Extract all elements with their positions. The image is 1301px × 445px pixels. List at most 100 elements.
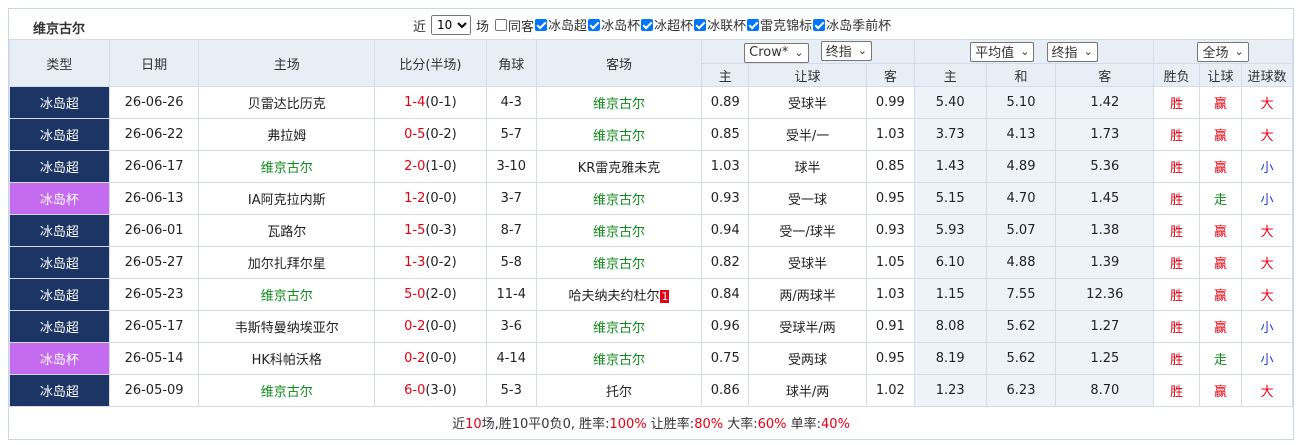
chevron-down-icon: ⌄ — [794, 46, 804, 59]
half-time-score: (3-0) — [425, 383, 457, 398]
company-select[interactable]: Crow* ⌄ — [744, 42, 809, 63]
score-cell[interactable]: 2-0(1-0) — [374, 150, 487, 183]
league-filter-label: 冰超杯 — [654, 19, 694, 35]
handicap-line: 受半/一 — [748, 118, 867, 151]
corners-cell: 8-7 — [485, 214, 537, 247]
hc-away-odds: 0.95 — [865, 182, 915, 215]
handicap-line: 受球半/两 — [748, 310, 867, 343]
score-cell[interactable]: 5-0(2-0) — [374, 278, 487, 311]
col-home: 主场 — [198, 39, 376, 87]
half-time-score: (2-0) — [425, 287, 457, 302]
score-cell[interactable]: 1-2(0-0) — [374, 182, 487, 215]
away-team-name: KR雷克雅未克 — [577, 161, 661, 176]
away-team-cell[interactable]: 维京古尔 — [535, 118, 703, 151]
away-team-cell[interactable]: 维京古尔 — [535, 86, 703, 119]
league-cell[interactable]: 冰岛超 — [9, 150, 110, 183]
half-time-score: (0-0) — [425, 351, 457, 366]
away-team-cell[interactable]: 托尔 — [535, 374, 703, 407]
summary-count: 10 — [465, 417, 482, 432]
league-cell[interactable]: 冰岛超 — [9, 374, 110, 407]
same-home-label: 同客 — [508, 19, 535, 35]
home-team-cell[interactable]: 弗拉姆 — [198, 118, 376, 151]
score-cell[interactable]: 1-4(0-1) — [374, 86, 487, 119]
league-filter-checkbox[interactable] — [813, 18, 826, 31]
league-cell[interactable]: 冰岛超 — [9, 86, 110, 119]
league-cell[interactable]: 冰岛超 — [9, 310, 110, 343]
home-team-cell[interactable]: 维京古尔 — [198, 150, 376, 183]
home-team-cell[interactable]: 瓦路尔 — [198, 214, 376, 247]
table-row[interactable]: 冰岛超 26-06-17 维京古尔 2-0(1-0) 3-10 KR雷克雅未克 1.03 球半… — [9, 150, 1294, 183]
league-filter-item[interactable]: 冰岛杯 — [588, 15, 640, 34]
full-time-score: 0-2 — [404, 319, 426, 334]
panel-header: 维京古尔 近 10 场 同客 冰岛超 冰岛杯 冰超杯 冰联杯 雷克锦标 冰岛季前杯 — [9, 9, 1293, 39]
odds-type-select[interactable]: 终指 ⌄ — [820, 40, 872, 61]
same-home-checkbox[interactable] — [495, 19, 508, 31]
home-team-cell[interactable]: IA阿克拉内斯 — [198, 182, 376, 215]
average-select[interactable]: 平均值 ⌄ — [970, 41, 1035, 62]
league-cell[interactable]: 冰岛超 — [9, 214, 110, 247]
away-team-cell[interactable]: 维京古尔 — [535, 342, 703, 375]
table-row[interactable]: 冰岛超 26-06-22 弗拉姆 0-5(0-2) 5-7 维京古尔 0.85 受半/一 1.0… — [9, 118, 1294, 151]
score-cell[interactable]: 1-3(0-2) — [374, 246, 487, 279]
table-row[interactable]: 冰岛超 26-05-09 维京古尔 6-0(3-0) 5-3 托尔 0.86 球半/两 1.02… — [9, 374, 1294, 407]
league-filter-item[interactable]: 冰联杯 — [694, 15, 746, 34]
home-team-cell[interactable]: HK科帕沃格 — [198, 342, 376, 375]
eu-away-odds: 1.39 — [1055, 246, 1155, 279]
match-count-select[interactable]: 10 — [431, 15, 472, 35]
table-row[interactable]: 冰岛超 26-06-01 瓦路尔 1-5(0-3) 8-7 维京古尔 0.94 受一/球半 0.… — [9, 214, 1294, 247]
range-select[interactable]: 全场 ⌄ — [1197, 41, 1249, 62]
away-team-name: 托尔 — [605, 385, 632, 400]
home-team-cell[interactable]: 贝雷达比历克 — [198, 86, 376, 119]
eu-draw-odds: 4.89 — [985, 150, 1057, 183]
score-cell[interactable]: 1-5(0-3) — [374, 214, 487, 247]
league-cell[interactable]: 冰岛超 — [9, 246, 110, 279]
league-cell[interactable]: 冰岛超 — [9, 118, 110, 151]
summary-odd-label: 单率: — [786, 417, 822, 432]
league-filter-checkbox[interactable] — [747, 18, 760, 31]
result-cell: 胜 — [1153, 182, 1201, 215]
league-filter-checkbox[interactable] — [588, 18, 601, 31]
full-time-score: 1-4 — [404, 95, 426, 110]
full-time-score: 1-3 — [404, 255, 426, 270]
away-team-cell[interactable]: 维京古尔 — [535, 246, 703, 279]
league-filter-checkbox[interactable] — [535, 18, 548, 31]
away-team-cell[interactable]: 维京古尔 — [535, 310, 703, 343]
hc-result-cell: 走 — [1199, 182, 1242, 215]
table-row[interactable]: 冰岛超 26-05-23 维京古尔 5-0(2-0) 11-4 哈夫纳夫约杜尔 1 0.84 两… — [9, 278, 1294, 311]
home-team-cell[interactable]: 韦斯特曼纳埃亚尔 — [198, 310, 376, 343]
away-team-cell[interactable]: KR雷克雅未克 — [535, 150, 703, 183]
goals-result-cell: 小 — [1240, 342, 1294, 375]
avg-odds-type-select[interactable]: 终指 ⌄ — [1046, 41, 1098, 62]
table-row[interactable]: 冰岛杯 26-05-14 HK科帕沃格 0-2(0-0) 4-14 维京古尔 0.75 受两球… — [9, 342, 1294, 375]
away-team-cell[interactable]: 维京古尔 — [535, 182, 703, 215]
goals-result-cell: 小 — [1240, 150, 1294, 183]
league-cell[interactable]: 冰岛杯 — [9, 342, 110, 375]
league-cell[interactable]: 冰岛超 — [9, 278, 110, 311]
home-team-cell[interactable]: 维京古尔 — [198, 278, 376, 311]
score-cell[interactable]: 0-2(0-0) — [374, 342, 487, 375]
league-filter-item[interactable]: 冰岛季前杯 — [813, 15, 891, 34]
eu-away-odds: 1.38 — [1055, 214, 1155, 247]
league-filter-item[interactable]: 冰超杯 — [641, 15, 693, 34]
score-cell[interactable]: 0-2(0-0) — [374, 310, 487, 343]
col-goals: 进球数 — [1240, 63, 1294, 87]
league-filter-checkbox[interactable] — [694, 18, 707, 31]
league-filter-item[interactable]: 雷克锦标 — [747, 15, 812, 34]
table-row[interactable]: 冰岛超 26-05-27 加尔扎拜尔星 1-3(0-2) 5-8 维京古尔 0.82 受球半 1… — [9, 246, 1294, 279]
away-team-name: 哈夫纳夫约杜尔 — [568, 289, 660, 304]
eu-home-odds: 3.73 — [913, 118, 987, 151]
score-cell[interactable]: 6-0(3-0) — [374, 374, 487, 407]
home-team-cell[interactable]: 加尔扎拜尔星 — [198, 246, 376, 279]
eu-home-odds: 1.15 — [913, 278, 987, 311]
league-cell[interactable]: 冰岛杯 — [9, 182, 110, 215]
table-row[interactable]: 冰岛超 26-06-26 贝雷达比历克 1-4(0-1) 4-3 维京古尔 0.89 受球半 0… — [9, 86, 1294, 119]
home-team-cell[interactable]: 维京古尔 — [198, 374, 376, 407]
league-filter-checkbox[interactable] — [641, 18, 654, 31]
table-row[interactable]: 冰岛超 26-05-17 韦斯特曼纳埃亚尔 0-2(0-0) 3-6 维京古尔 0.96 受球… — [9, 310, 1294, 343]
eu-draw-odds: 4.88 — [985, 246, 1057, 279]
table-row[interactable]: 冰岛杯 26-06-13 IA阿克拉内斯 1-2(0-0) 3-7 维京古尔 0.93 受一球… — [9, 182, 1294, 215]
league-filter-item[interactable]: 冰岛超 — [535, 15, 587, 34]
away-team-cell[interactable]: 维京古尔 — [535, 214, 703, 247]
score-cell[interactable]: 0-5(0-2) — [374, 118, 487, 151]
away-team-cell[interactable]: 哈夫纳夫约杜尔 1 — [535, 278, 703, 311]
